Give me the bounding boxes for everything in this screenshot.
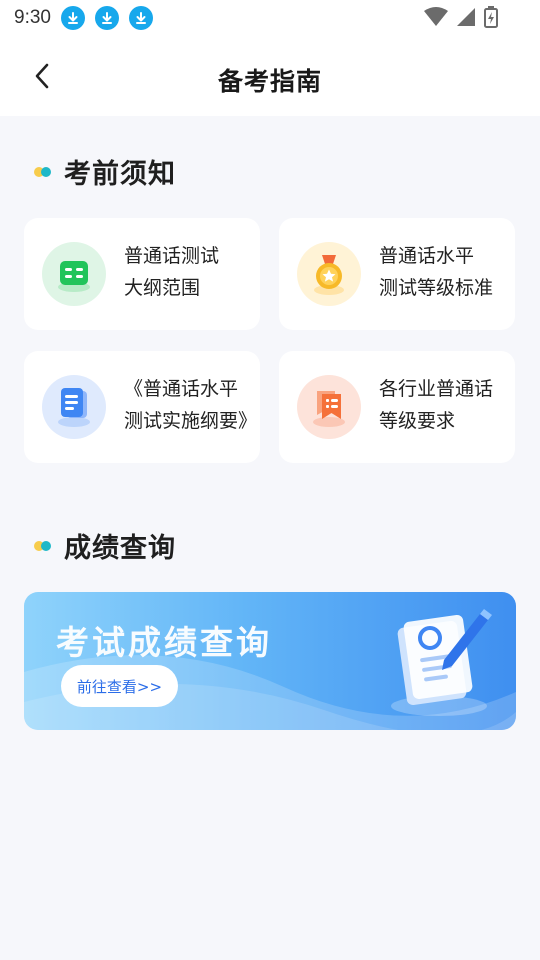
battery-icon [484, 6, 498, 32]
download-icon [128, 6, 153, 30]
section-title-score-query: 成绩查询 [34, 526, 176, 565]
card-line: 等级要求 [379, 410, 456, 432]
card-text: 各行业普通话 等级要求 [379, 373, 509, 437]
banner-title: 考试成绩查询 [56, 623, 272, 662]
status-time: 9:30 [14, 7, 51, 28]
card-line: 《普通话水平 [124, 378, 239, 400]
card-line: 普通话水平 [379, 245, 475, 267]
card-line: 各行业普通话 [379, 378, 494, 400]
status-indicators [424, 6, 498, 32]
card-implementation-outline[interactable]: 《普通话水平 测试实施纲要》 [24, 351, 260, 463]
card-grade-standard[interactable]: 普通话水平 测试等级标准 [279, 218, 515, 330]
card-line: 测试实施纲要》 [124, 410, 258, 432]
card-line: 大纲范围 [124, 277, 201, 299]
section-dot-icon [34, 166, 54, 178]
page-title: 备考指南 [217, 67, 322, 96]
card-industry-requirements[interactable]: 各行业普通话 等级要求 [279, 351, 515, 463]
wifi-icon [424, 7, 448, 31]
section-label: 考前须知 [64, 159, 176, 190]
card-syllabus[interactable]: 普通话测试 大纲范围 [24, 218, 260, 330]
view-scores-button[interactable]: 前往查看>> [61, 665, 178, 707]
section-label: 成绩查询 [64, 533, 176, 564]
signal-icon [456, 7, 476, 31]
page: 9:30 备考指南 考前须知 普通话测试 大纲范围 普通话水平 测试等级标准 《… [0, 0, 540, 960]
card-text: 《普通话水平 测试实施纲要》 [124, 373, 258, 437]
download-icon [60, 6, 85, 30]
card-line: 普通话测试 [124, 245, 220, 267]
section-title-exam-notes: 考前须知 [34, 152, 176, 191]
document-icon [42, 375, 106, 439]
score-query-banner[interactable]: 考试成绩查询 前往查看>> [24, 592, 516, 730]
download-icon [94, 6, 119, 30]
status-bar: 9:30 [0, 0, 540, 36]
section-dot-icon [34, 540, 54, 552]
medal-icon [297, 242, 361, 306]
book-icon [42, 242, 106, 306]
app-header: 备考指南 [0, 36, 540, 116]
card-text: 普通话测试 大纲范围 [124, 240, 254, 304]
card-line: 测试等级标准 [379, 277, 494, 299]
bookmark-list-icon [297, 375, 361, 439]
card-text: 普通话水平 测试等级标准 [379, 240, 509, 304]
exam-paper-pen-icon [384, 602, 494, 724]
